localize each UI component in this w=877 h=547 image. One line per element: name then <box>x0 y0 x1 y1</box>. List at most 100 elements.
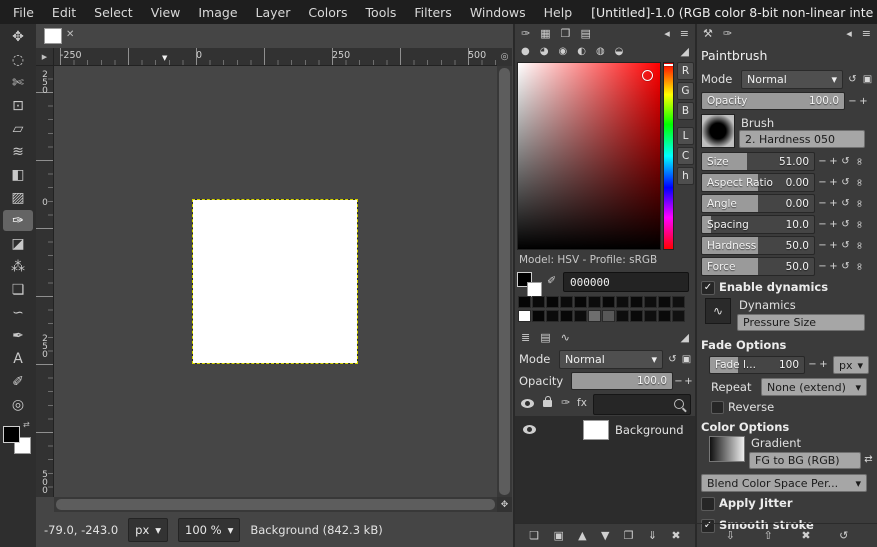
layer-opacity-slider[interactable]: 100.0 <box>571 372 673 390</box>
menu-layer[interactable]: Layer <box>247 5 300 20</box>
lower-layer-button[interactable]: ▼ <box>601 529 609 542</box>
images-tab-icon[interactable]: ▤ <box>581 27 591 40</box>
airbrush-tool-button[interactable]: ⁂ <box>3 256 33 277</box>
paths-tool-button[interactable]: ✒ <box>3 325 33 346</box>
size-slider[interactable]: Size 51.00 <box>701 152 815 171</box>
color-history-swatch[interactable] <box>518 296 531 308</box>
spacing-link-icon[interactable]: ∞ <box>854 217 865 232</box>
menu-view[interactable]: View <box>142 5 190 20</box>
layers-tab-icon[interactable]: ≣ <box>521 331 530 344</box>
aspect-reset-icon[interactable]: ↺ <box>840 175 851 190</box>
fade-decrease-icon[interactable]: − <box>807 357 818 372</box>
vertical-ruler[interactable]: 250 0 250 500 <box>36 66 54 497</box>
menu-edit[interactable]: Edit <box>43 5 85 20</box>
color-picker-tool-button[interactable]: ✐ <box>3 371 33 392</box>
color-history-swatch[interactable] <box>518 310 531 322</box>
tab-scroll-icon[interactable]: ◂ <box>846 27 852 40</box>
blend-color-space-select[interactable]: Blend Color Space Per... ▾ <box>701 474 867 492</box>
cmyk-selector-icon[interactable]: ◕ <box>540 46 549 57</box>
visibility-toggle-icon[interactable] <box>521 399 534 408</box>
color-cursor[interactable] <box>642 70 653 81</box>
brush-name-button[interactable]: 2. Hardness 050 <box>739 130 865 148</box>
force-increase-icon[interactable]: + <box>828 259 839 274</box>
raise-layer-button[interactable]: ▲ <box>578 529 586 542</box>
background-color-mini[interactable] <box>527 282 542 297</box>
warp-transform-tool-button[interactable]: ≋ <box>3 141 33 162</box>
hue-strip[interactable] <box>663 62 674 250</box>
tool-options-tab-icon[interactable]: ⚒ <box>703 27 713 40</box>
color-history-swatch[interactable] <box>602 296 615 308</box>
angle-link-icon[interactable]: ∞ <box>854 196 865 211</box>
ruler-origin-button[interactable]: ▶ <box>36 48 54 66</box>
hue-marker[interactable] <box>664 64 673 66</box>
opacity-increase-icon[interactable]: + <box>683 374 694 389</box>
brushes-tab-icon[interactable]: ✑ <box>521 27 530 40</box>
hardness-increase-icon[interactable]: + <box>828 238 839 253</box>
color-history-swatch[interactable] <box>532 296 545 308</box>
angle-decrease-icon[interactable]: − <box>817 196 828 211</box>
size-reset-icon[interactable]: ↺ <box>840 154 851 169</box>
device-status-tab-icon[interactable]: ✑ <box>723 27 732 40</box>
channel-g-button[interactable]: G <box>677 82 694 100</box>
force-slider[interactable]: Force 50.0 <box>701 257 815 276</box>
aspect-link-icon[interactable]: ∞ <box>854 175 865 190</box>
color-history-swatch[interactable] <box>630 310 643 322</box>
channel-c-button[interactable]: C <box>677 147 694 165</box>
watercolor-selector-icon[interactable]: ◉ <box>558 46 567 57</box>
apply-jitter-checkbox[interactable] <box>701 497 715 511</box>
reset-options-button[interactable]: ↺ <box>839 529 848 542</box>
gradient-thumbnail[interactable] <box>709 436 745 462</box>
layer-thumbnail[interactable] <box>583 420 609 440</box>
navigation-button[interactable]: ✥ <box>497 497 512 512</box>
layer-name[interactable]: Background <box>615 423 684 437</box>
force-reset-icon[interactable]: ↺ <box>840 259 851 274</box>
eraser-tool-button[interactable]: ◪ <box>3 233 33 254</box>
hardness-link-icon[interactable]: ∞ <box>854 238 865 253</box>
enable-dynamics-checkbox[interactable]: ✓ <box>701 281 715 295</box>
lock-icon[interactable] <box>543 400 552 407</box>
apply-jitter-label[interactable]: Apply Jitter <box>719 496 793 510</box>
bucket-fill-tool-button[interactable]: ◧ <box>3 164 33 185</box>
color-history-swatch[interactable] <box>602 310 615 322</box>
hardness-decrease-icon[interactable]: − <box>817 238 828 253</box>
layer-effects-icon[interactable]: fx <box>577 397 587 409</box>
hardness-reset-icon[interactable]: ↺ <box>840 238 851 253</box>
dynamics-thumbnail[interactable]: ∿ <box>705 298 731 324</box>
gradient-tool-button[interactable]: ▨ <box>3 187 33 208</box>
mode-reset-icon[interactable]: ↺ <box>667 352 678 367</box>
enable-dynamics-label[interactable]: Enable dynamics <box>719 280 828 294</box>
color-history-swatch[interactable] <box>574 296 587 308</box>
gimp-selector-icon[interactable]: ● <box>521 46 530 57</box>
size-increase-icon[interactable]: + <box>828 154 839 169</box>
layer-visibility-icon[interactable] <box>523 425 536 434</box>
color-history-swatch[interactable] <box>546 310 559 322</box>
angle-increase-icon[interactable]: + <box>828 196 839 211</box>
angle-reset-icon[interactable]: ↺ <box>840 196 851 211</box>
color-history-swatch[interactable] <box>644 310 657 322</box>
color-history-swatch[interactable] <box>546 296 559 308</box>
foreground-color-swatch[interactable] <box>3 426 20 443</box>
size-decrease-icon[interactable]: − <box>817 154 828 169</box>
spacing-increase-icon[interactable]: + <box>828 217 839 232</box>
menu-windows[interactable]: Windows <box>461 5 535 20</box>
spacing-slider[interactable]: Spacing 10.0 <box>701 215 815 234</box>
document-history-tab-icon[interactable]: ❐ <box>561 27 571 40</box>
channel-h-button[interactable]: h <box>677 167 694 185</box>
aspect-ratio-slider[interactable]: Aspect Ratio 0.00 <box>701 173 815 192</box>
force-link-icon[interactable]: ∞ <box>854 259 865 274</box>
save-preset-button[interactable]: ⇩ <box>726 529 735 542</box>
menu-colors[interactable]: Colors <box>299 5 356 20</box>
gradient-reverse-icon[interactable]: ⇄ <box>863 452 874 467</box>
fade-length-slider[interactable]: Fade l... 100 <box>709 356 805 374</box>
mode-reset-icon[interactable]: ↺ <box>847 72 858 87</box>
color-history-swatch[interactable] <box>574 310 587 322</box>
horizontal-scrollbar[interactable] <box>54 497 497 512</box>
smudge-tool-button[interactable]: ∽ <box>3 302 33 323</box>
image-tab-thumbnail[interactable] <box>44 28 62 44</box>
color-history-swatch[interactable] <box>672 296 685 308</box>
spacing-decrease-icon[interactable]: − <box>817 217 828 232</box>
color-history-swatch[interactable] <box>644 296 657 308</box>
fade-unit-select[interactable]: px ▾ <box>833 356 869 374</box>
color-history-swatch[interactable] <box>588 296 601 308</box>
new-layer-button[interactable]: ❏ <box>529 529 539 542</box>
